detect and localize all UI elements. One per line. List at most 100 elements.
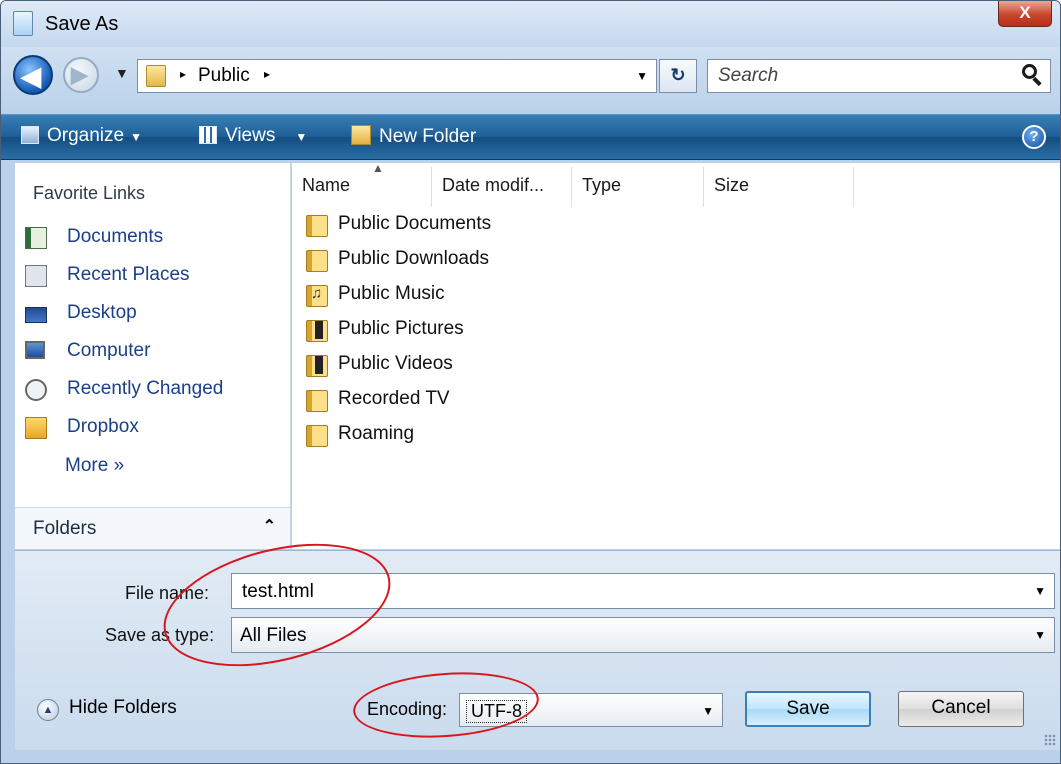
more-links-button[interactable]: More » [65,455,124,477]
address-dropdown-icon[interactable]: ▼ [636,69,648,83]
organize-icon [21,126,39,144]
sidebar-item-recent-places[interactable]: Recent Places [23,261,283,293]
new-folder-button[interactable]: New Folder [351,125,476,148]
folders-toggle-bar[interactable]: Folders ⌃ [15,507,290,549]
documents-folder-icon [306,215,328,237]
views-icon [199,126,217,144]
close-button[interactable]: X [998,1,1052,27]
search-icon[interactable] [1022,64,1042,87]
encoding-value: UTF-8 [466,700,527,723]
column-header-filler [854,167,1060,207]
sidebar-item-label: Desktop [67,302,137,323]
sidebar-item-documents[interactable]: Documents [23,223,283,255]
sidebar-item-label: Documents [67,226,164,247]
recently-changed-icon [25,379,47,401]
file-list-item[interactable]: Recorded TV [304,384,704,416]
notepad-icon [13,11,33,36]
back-button[interactable]: ◀ [13,55,53,95]
forward-button[interactable]: ▶ [63,57,99,93]
refresh-button[interactable]: ↻ [659,59,697,93]
new-folder-icon [351,125,371,145]
folder-icon [306,425,328,447]
file-list-item[interactable]: Public Videos [304,349,704,381]
column-header-type[interactable]: Type [572,167,704,207]
back-arrow-icon: ◀ [21,61,41,91]
sidebar-item-label: Recent Places [67,264,190,285]
sort-ascending-icon: ▲ [372,161,384,175]
sidebar-item-label: Computer [67,340,151,361]
chevron-down-icon[interactable]: ▼ [702,704,714,718]
sidebar-item-label: Recently Changed [67,378,224,399]
breadcrumb-separator-icon[interactable]: ▸ [264,67,270,81]
address-bar[interactable]: ▸ Public ▸ ▼ [137,59,657,93]
breadcrumb-separator-icon[interactable]: ▸ [180,67,186,81]
command-toolbar: Organize ▼ Views ▼ New Folder ? [1,114,1060,160]
file-list-pane: Name ▲ Date modif... Type Size Public Do… [292,161,1060,549]
sidebar-item-desktop[interactable]: Desktop [23,299,283,331]
chevron-up-icon[interactable]: ⌃ [263,516,276,536]
chevron-down-icon: ▼ [295,130,308,144]
title-bar[interactable]: Save As X [1,1,1060,47]
save-button[interactable]: Save [745,691,871,727]
dropbox-icon [25,417,47,439]
organize-button[interactable]: Organize ▼ [21,125,142,147]
file-list-item[interactable]: Roaming [304,419,704,451]
cancel-button[interactable]: Cancel [898,691,1024,727]
views-button[interactable]: Views ▼ [199,125,307,147]
file-list-item[interactable]: Public Downloads [304,244,704,276]
documents-icon [25,227,47,249]
save-as-type-select[interactable]: All Files ▼ [231,617,1055,653]
file-name-field[interactable]: test.html ▼ [231,573,1055,609]
save-as-type-value: All Files [240,625,307,646]
file-list-item[interactable]: Public Pictures [304,314,704,346]
breadcrumb-public[interactable]: Public [198,65,250,87]
file-name-label: File name: [125,583,210,603]
column-header-size[interactable]: Size [704,167,854,207]
help-icon[interactable]: ? [1022,125,1046,149]
file-name: Public Pictures [338,318,464,339]
file-list-item[interactable]: Public Music [304,279,704,311]
file-name-value: test.html [242,581,314,602]
recent-places-icon [25,265,47,287]
hide-folders-label: Hide Folders [69,697,177,718]
views-label: Views [225,125,276,146]
pictures-folder-icon [306,320,328,342]
address-bar-row: ◀ ▶ ▼ ▸ Public ▸ ▼ ↻ Search [1,47,1060,109]
file-name: Public Downloads [338,248,490,269]
videos-folder-icon [306,355,328,377]
new-folder-label: New Folder [379,126,477,147]
folders-label: Folders [33,518,97,539]
desktop-icon [25,307,47,323]
organize-label: Organize [47,125,125,146]
file-list-item[interactable]: Public Documents [304,209,704,241]
sidebar-item-computer[interactable]: Computer [23,337,283,369]
save-as-type-label: Save as type: [105,625,215,645]
file-name: Public Music [338,283,445,304]
chevron-down-icon[interactable]: ▼ [1034,584,1046,598]
hide-folders-button[interactable]: ▲ Hide Folders [37,695,217,725]
column-headers: Name ▲ Date modif... Type Size [292,161,1060,207]
encoding-select[interactable]: UTF-8 ▼ [459,693,723,727]
collapse-icon: ▲ [37,699,59,721]
file-name: Recorded TV [338,388,450,409]
save-options-panel: File name: test.html ▼ Save as type: All… [15,550,1060,750]
navigation-pane: Favorite Links Documents Recent Places D… [15,163,291,549]
folder-icon [306,250,328,272]
chevron-down-icon: ▼ [130,130,142,144]
save-as-dialog: Save As X ◀ ▶ ▼ ▸ Public ▸ ▼ ↻ Search Or… [0,0,1061,764]
file-name: Public Videos [338,353,453,374]
column-header-label: Name [302,175,351,195]
column-header-date-modified[interactable]: Date modif... [432,167,572,207]
search-input[interactable]: Search [707,59,1051,93]
recent-pages-dropdown[interactable]: ▼ [115,65,129,81]
encoding-label: Encoding: [367,699,448,719]
sidebar-item-dropbox[interactable]: Dropbox [23,413,283,445]
resize-grip[interactable] [1044,734,1056,746]
window-title: Save As [45,13,119,35]
column-header-name[interactable]: Name ▲ [292,161,432,207]
forward-arrow-icon: ▶ [71,62,88,87]
folder-icon [306,390,328,412]
sidebar-item-recently-changed[interactable]: Recently Changed [23,375,283,407]
folder-icon [146,65,166,87]
chevron-down-icon[interactable]: ▼ [1034,628,1046,642]
